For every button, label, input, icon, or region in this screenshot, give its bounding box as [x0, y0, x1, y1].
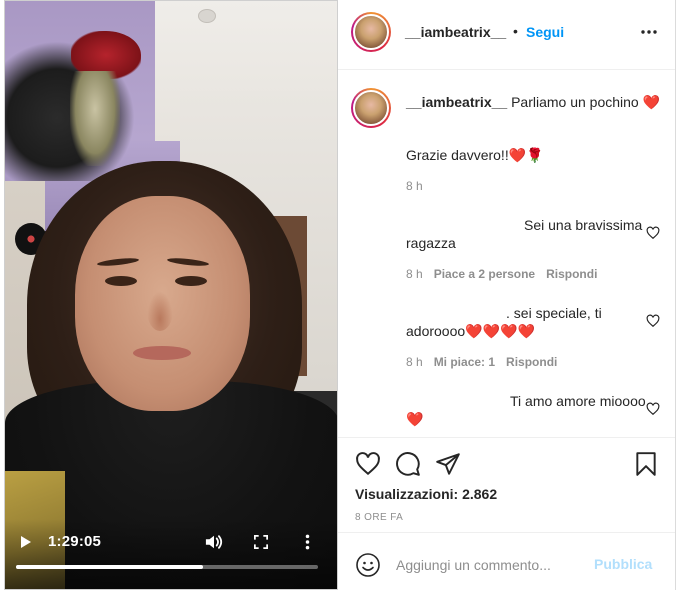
video-progress-bar[interactable]	[16, 565, 318, 569]
fullscreen-icon	[254, 535, 268, 549]
caption: __iambeatrix__ Parliamo un pochino ❤️	[406, 93, 662, 111]
post-header: __iambeatrix__ • Segui	[338, 0, 675, 70]
post-panel: __iambeatrix__ • Segui __iambeatrix__ Pa…	[338, 0, 676, 590]
eye	[175, 276, 207, 286]
mouth	[133, 346, 191, 360]
video-more-button[interactable]	[300, 531, 314, 553]
avatar[interactable]	[351, 12, 391, 52]
comment-like-button[interactable]	[646, 314, 660, 328]
comment-time[interactable]: 8 h	[406, 267, 423, 281]
caption-time: 8 h	[406, 179, 423, 193]
video-controls-overlay	[5, 519, 337, 589]
comment-meta: 8 h Piace a 2 persone Rispondi	[406, 267, 597, 281]
volume-button[interactable]	[203, 532, 225, 552]
comment-time[interactable]: 8 h	[406, 355, 423, 369]
video-player[interactable]	[4, 0, 338, 590]
heart-icon	[646, 314, 660, 328]
bookmark-icon	[636, 452, 656, 476]
comment-likes[interactable]: Mi piace: 1	[434, 355, 495, 369]
emoji-button[interactable]	[355, 552, 381, 578]
reply-button[interactable]: Rispondi	[546, 267, 597, 281]
play-button[interactable]	[16, 533, 36, 551]
heart-icon	[356, 452, 380, 476]
heart-icon	[646, 402, 660, 416]
send-icon	[436, 453, 460, 475]
header-username[interactable]: __iambeatrix__	[405, 24, 506, 40]
comment-composer: Pubblica	[338, 532, 675, 590]
video-time: 1:29:05	[48, 532, 102, 550]
heart-icon	[646, 226, 660, 240]
follow-button[interactable]: Segui	[526, 24, 564, 40]
comment-meta: 8 h Mi piace: 1 Rispondi	[406, 355, 557, 369]
play-icon	[21, 536, 31, 548]
like-button[interactable]	[355, 451, 383, 479]
comment-text: . sei speciale, ti adoroooo❤️❤️❤️❤️	[406, 305, 602, 339]
caption-username[interactable]: __iambeatrix__	[406, 94, 507, 110]
volume-icon	[205, 535, 223, 549]
caption-line2: Grazie davvero!!❤️🌹	[406, 147, 544, 163]
comment-icon	[396, 452, 420, 476]
reply-button[interactable]: Rispondi	[506, 355, 557, 369]
caption-text: Parliamo un pochino ❤️	[511, 94, 661, 110]
figurine	[70, 71, 120, 166]
comment-text: Ti amo amore mioooo❤️	[406, 393, 646, 427]
options-button[interactable]	[638, 24, 662, 40]
views-count[interactable]: Visualizzazioni: 2.862	[355, 486, 497, 502]
comment-like-button[interactable]	[646, 226, 660, 240]
emoji-icon	[356, 553, 380, 577]
post-actions: Visualizzazioni: 2.862 8 ORE FA	[338, 437, 675, 532]
ceiling-lamp	[198, 9, 216, 23]
comment-text: Sei una bravissima ragazza	[406, 217, 643, 251]
comment-input[interactable]	[396, 552, 586, 578]
more-horizontal-icon	[641, 30, 657, 34]
share-button[interactable]	[435, 451, 463, 479]
fullscreen-button[interactable]	[252, 533, 270, 551]
publish-button[interactable]: Pubblica	[594, 556, 652, 572]
post-time[interactable]: 8 ORE FA	[355, 512, 403, 523]
video-frame	[5, 1, 337, 589]
video-progress-fill	[16, 565, 204, 569]
separator-dot: •	[513, 23, 518, 39]
nose	[147, 291, 173, 331]
eye	[105, 276, 137, 286]
comment-likes[interactable]: Piace a 2 persone	[434, 267, 535, 281]
comments-list[interactable]: __iambeatrix__ Parliamo un pochino ❤️ Gr…	[338, 71, 675, 437]
save-button[interactable]	[633, 451, 661, 479]
comment-like-button[interactable]	[646, 402, 660, 416]
more-vertical-icon	[305, 534, 309, 550]
avatar[interactable]	[351, 88, 391, 128]
comment-button[interactable]	[395, 451, 423, 479]
